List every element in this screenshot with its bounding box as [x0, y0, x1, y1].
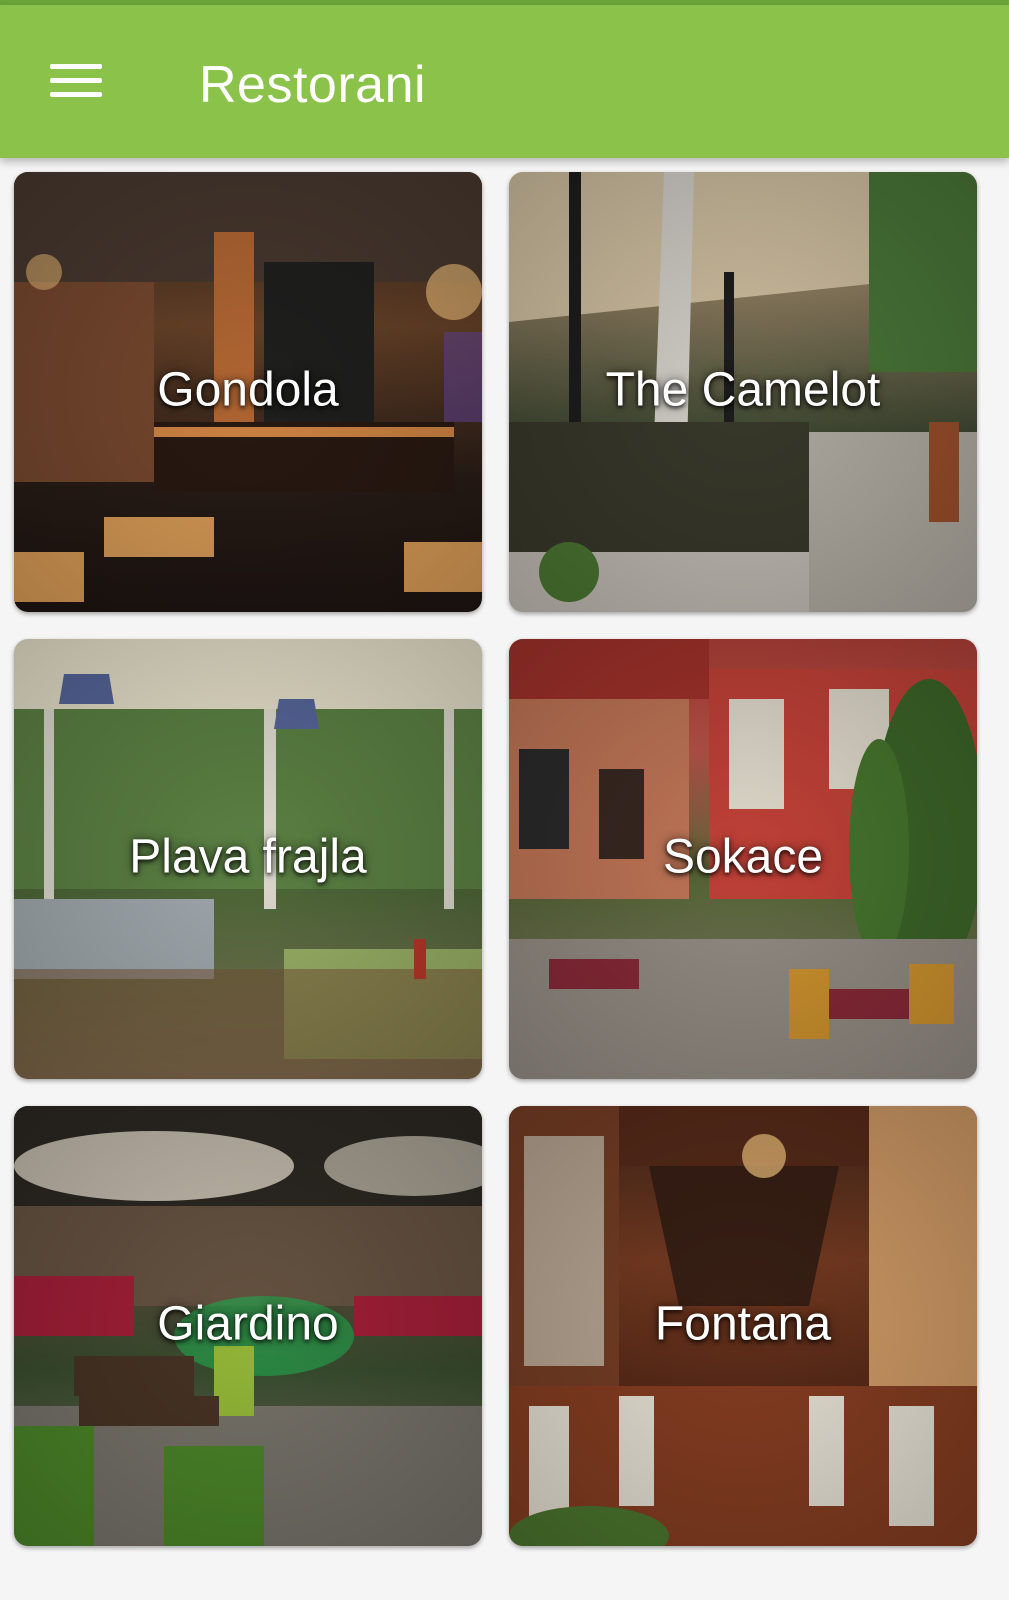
restaurant-name: Giardino: [157, 1297, 339, 1351]
restaurant-name: The Camelot: [605, 363, 881, 417]
restaurant-card-giardino[interactable]: Giardino: [14, 1106, 482, 1546]
restaurant-name: Gondola: [157, 363, 339, 417]
restaurant-card-the-camelot[interactable]: The Camelot: [509, 172, 977, 612]
hamburger-menu-icon[interactable]: [34, 43, 118, 117]
restaurant-name: Plava frajla: [129, 830, 367, 884]
restaurant-card-fontana[interactable]: Fontana: [509, 1106, 977, 1546]
app-bar: Restorani: [0, 5, 1009, 158]
restaurant-grid: Gondola The Camelot Plava frajla Sokace …: [0, 158, 1009, 1600]
restaurant-card-plava-frajla[interactable]: Plava frajla: [14, 639, 482, 1079]
restaurant-name: Fontana: [654, 1297, 832, 1351]
restaurant-card-sokace[interactable]: Sokace: [509, 639, 977, 1079]
restaurant-card-gondola[interactable]: Gondola: [14, 172, 482, 612]
restaurant-name: Sokace: [662, 830, 824, 884]
page-title: Restorani: [199, 56, 427, 114]
